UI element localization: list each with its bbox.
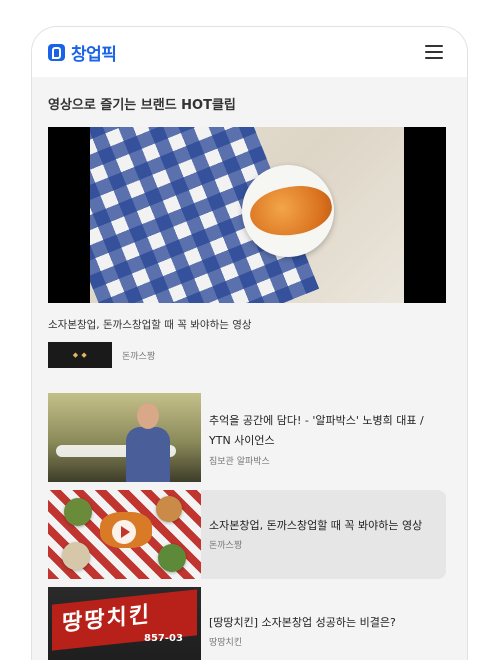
video-source: 돈까스짱 bbox=[209, 541, 243, 552]
video-title: 소자본창업, 돈까스창업할 때 꼭 봐야하는 영상 bbox=[209, 519, 423, 532]
video-thumbnail: 땅땅치킨 857-03 bbox=[48, 587, 201, 660]
video-source: 땅땅치킨 bbox=[209, 638, 243, 649]
channel-name: 돈까스짱 bbox=[122, 351, 156, 362]
play-icon bbox=[112, 520, 136, 544]
video-title: 추억을 공간에 담다! - '알파박스' 노병희 대표 / YTN 사이언스 bbox=[209, 414, 424, 448]
featured-video-thumbnail bbox=[90, 127, 404, 303]
featured-video-caption[interactable]: 소자본창업, 돈까스창업할 때 꼭 봐야하는 영상 bbox=[48, 317, 252, 332]
video-thumbnail bbox=[48, 393, 201, 482]
logo[interactable]: 창업픽 bbox=[48, 40, 117, 65]
video-list: 추억을 공간에 담다! - '알파박스' 노병희 대표 / YTN 사이언스 짐… bbox=[48, 393, 446, 660]
app-frame: 창업픽 영상으로 즐기는 브랜드 HOT클립 소자본창업, 돈까스창업할 때 꼭… bbox=[31, 26, 468, 660]
logo-icon bbox=[48, 43, 65, 61]
featured-video[interactable] bbox=[48, 127, 446, 303]
video-thumbnail bbox=[48, 490, 201, 579]
list-item[interactable]: 소자본창업, 돈까스창업할 때 꼭 봐야하는 영상 돈까스짱 bbox=[48, 490, 446, 579]
list-item[interactable]: 땅땅치킨 857-03 [땅땅치킨] 소자본창업 성공하는 비결은? 땅땅치킨 bbox=[48, 587, 446, 660]
header: 창업픽 bbox=[32, 27, 467, 77]
logo-text: 창업픽 bbox=[71, 44, 117, 65]
featured-channel[interactable]: ◆ ◆ 돈까스짱 bbox=[48, 342, 155, 368]
video-source: 짐보관 알파박스 bbox=[209, 456, 270, 467]
list-item[interactable]: 추억을 공간에 담다! - '알파박스' 노병희 대표 / YTN 사이언스 짐… bbox=[48, 393, 446, 482]
video-title: [땅땅치킨] 소자본창업 성공하는 비결은? bbox=[209, 616, 396, 629]
channel-logo: ◆ ◆ bbox=[48, 342, 112, 368]
section-title: 영상으로 즐기는 브랜드 HOT클립 bbox=[48, 98, 236, 113]
hamburger-menu-icon[interactable] bbox=[425, 45, 443, 59]
